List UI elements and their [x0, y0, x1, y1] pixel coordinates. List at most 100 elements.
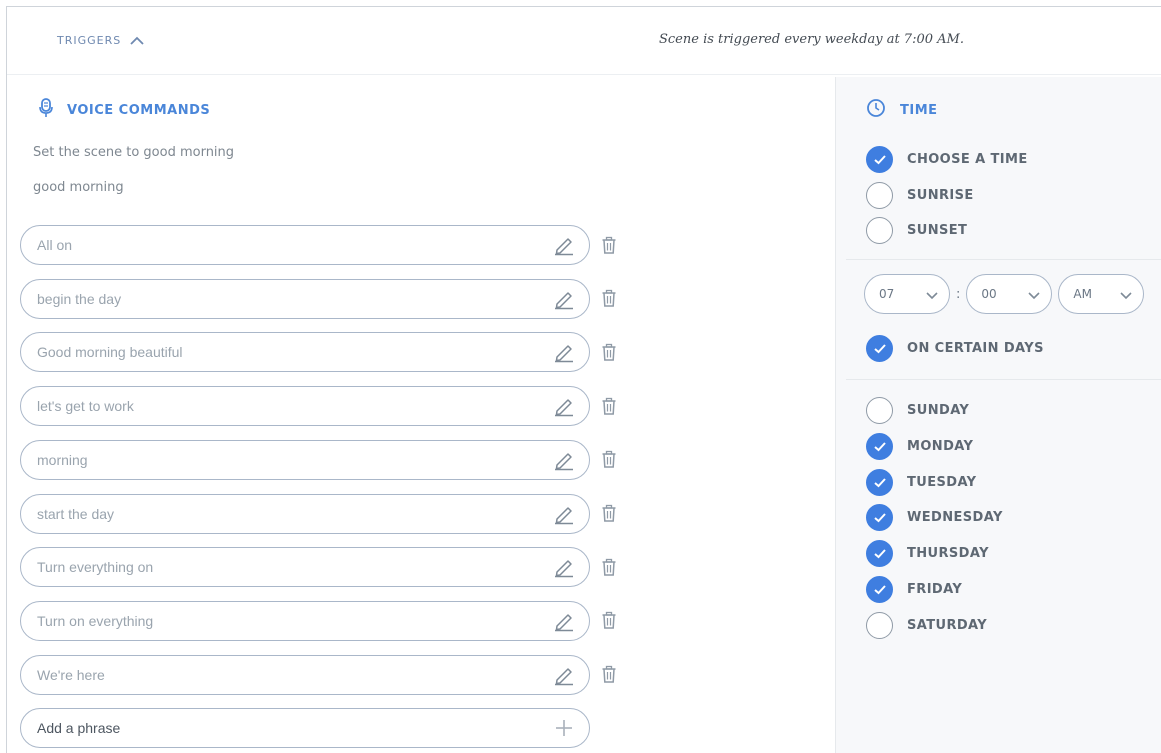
day-option[interactable]: FRIDAY — [866, 576, 962, 603]
trash-icon[interactable] — [598, 664, 620, 686]
on-certain-days-label: ON CERTAIN DAYS — [907, 341, 1044, 356]
on-certain-days-checkbox[interactable]: ON CERTAIN DAYS — [866, 335, 1044, 362]
scene-trigger-panel: TRIGGERS Scene is triggered every weekda… — [6, 6, 1161, 753]
day-option[interactable]: SATURDAY — [866, 611, 988, 639]
pencil-icon[interactable] — [553, 234, 575, 256]
hour-select[interactable]: 07 — [864, 274, 950, 314]
day-label: WEDNESDAY — [907, 510, 1003, 526]
radio-icon — [866, 217, 893, 244]
pencil-icon[interactable] — [553, 556, 575, 578]
day-label: THURSDAY — [907, 546, 989, 562]
checkbox-icon — [866, 397, 893, 424]
trash-icon[interactable] — [598, 556, 620, 578]
pencil-icon[interactable] — [553, 503, 575, 525]
day-label: SUNDAY — [907, 403, 970, 418]
phrase-input[interactable]: Good morning beautiful — [20, 332, 590, 373]
phrase-row: begin the day — [20, 278, 630, 319]
time-selects: 07 : 00 AM — [864, 274, 1145, 314]
trash-icon[interactable] — [598, 234, 620, 256]
divider — [846, 259, 1161, 260]
ampm-select[interactable]: AM — [1058, 274, 1145, 314]
trash-icon[interactable] — [598, 610, 620, 632]
minute-select[interactable]: 00 — [966, 274, 1053, 314]
check-icon — [866, 576, 893, 603]
chevron-down-icon — [925, 285, 939, 304]
pencil-icon[interactable] — [553, 664, 575, 686]
pencil-icon[interactable] — [553, 288, 575, 310]
phrase-row: let's get to work — [20, 386, 630, 427]
time-label: TIME — [900, 102, 938, 118]
voice-commands-title: VOICE COMMANDS — [39, 98, 210, 122]
add-phrase-row: Add a phrase — [20, 708, 630, 749]
microphone-icon — [39, 98, 53, 122]
triggers-header: TRIGGERS Scene is triggered every weekda… — [7, 7, 1161, 75]
phrase-input[interactable]: begin the day — [20, 278, 590, 319]
phrase-row: Turn everything on — [20, 547, 630, 588]
add-phrase-placeholder: Add a phrase — [37, 720, 121, 737]
voice-commands-label: VOICE COMMANDS — [67, 102, 211, 118]
trigger-summary: Scene is triggered every weekday at 7:00… — [659, 32, 964, 47]
phrase-input[interactable]: Turn on everything — [20, 600, 590, 641]
time-mode-option[interactable]: CHOOSE A TIME — [866, 146, 1028, 173]
pencil-icon[interactable] — [553, 341, 575, 363]
day-option[interactable]: TUESDAY — [866, 468, 977, 496]
day-option[interactable]: MONDAY — [866, 432, 973, 460]
clock-icon — [866, 98, 886, 122]
phrase-text: Good morning beautiful — [37, 344, 183, 361]
phrase-row: We're here — [20, 654, 630, 695]
day-option[interactable]: WEDNESDAY — [866, 504, 1003, 532]
pencil-icon[interactable] — [553, 395, 575, 417]
fixed-phrase: Set the scene to good morning — [33, 145, 235, 160]
phrase-row: Turn on everything — [20, 600, 630, 641]
radio-icon — [866, 181, 893, 209]
time-panel: TIME CHOOSE A TIME SUNRISE SUNSET 07 : 00 … — [835, 77, 1161, 753]
phrase-text: We're here — [37, 666, 105, 683]
add-phrase-input[interactable]: Add a phrase — [20, 708, 590, 749]
check-icon — [866, 468, 893, 496]
trash-icon[interactable] — [598, 395, 620, 417]
phrase-text: start the day — [37, 505, 115, 522]
phrase-text: let's get to work — [37, 398, 134, 415]
ampm-value: AM — [1073, 287, 1092, 301]
voice-commands-panel: VOICE COMMANDS Set the scene to good mor… — [7, 77, 835, 753]
phrase-input[interactable]: start the day — [20, 493, 590, 534]
day-label: FRIDAY — [907, 582, 963, 597]
divider — [846, 379, 1161, 380]
check-icon — [866, 540, 893, 568]
phrase-input[interactable]: We're here — [20, 654, 590, 695]
time-title: TIME — [866, 98, 938, 122]
phrase-text: begin the day — [37, 290, 122, 307]
day-option[interactable]: SUNDAY — [866, 397, 969, 424]
time-mode-label: SUNRISE — [907, 187, 974, 203]
phrase-text: morning — [37, 451, 88, 468]
trash-icon[interactable] — [598, 449, 620, 471]
plus-icon[interactable] — [553, 717, 575, 739]
phrase-row: morning — [20, 439, 630, 480]
trash-icon[interactable] — [598, 288, 620, 310]
pencil-icon[interactable] — [553, 449, 575, 471]
phrase-input[interactable]: All on — [20, 225, 590, 265]
phrase-row: start the day — [20, 493, 630, 534]
check-icon — [866, 335, 893, 362]
checkbox-icon — [866, 611, 893, 639]
time-mode-option[interactable]: SUNRISE — [866, 181, 974, 209]
chevron-up-icon — [129, 31, 145, 50]
phrase-input[interactable]: Turn everything on — [20, 547, 590, 588]
pencil-icon[interactable] — [553, 610, 575, 632]
trash-icon[interactable] — [598, 341, 620, 363]
trash-icon[interactable] — [598, 503, 620, 525]
triggers-toggle[interactable]: TRIGGERS — [57, 31, 145, 50]
check-icon — [866, 146, 893, 173]
fixed-phrase: good morning — [33, 180, 124, 195]
day-label: TUESDAY — [907, 474, 977, 490]
phrase-input[interactable]: morning — [20, 439, 590, 480]
time-colon: : — [956, 286, 961, 302]
day-option[interactable]: THURSDAY — [866, 540, 989, 568]
phrase-input[interactable]: let's get to work — [20, 386, 590, 427]
minute-value: 00 — [981, 287, 997, 301]
time-mode-option[interactable]: SUNSET — [866, 217, 967, 244]
triggers-label: TRIGGERS — [57, 34, 122, 47]
time-mode-label: CHOOSE A TIME — [907, 152, 1028, 167]
day-label: SATURDAY — [907, 617, 988, 633]
hour-value: 07 — [879, 287, 895, 301]
